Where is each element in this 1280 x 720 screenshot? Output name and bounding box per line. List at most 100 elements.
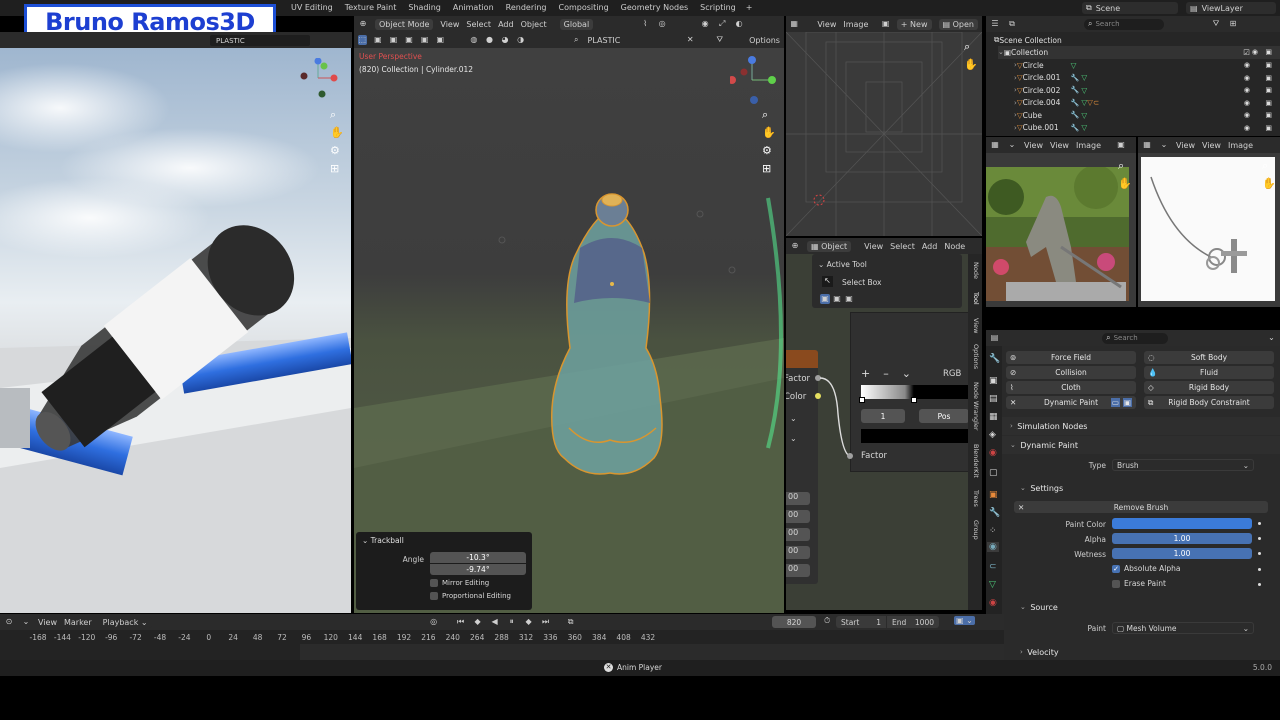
- velocity-section[interactable]: › Velocity: [1002, 643, 1280, 660]
- mirror-checkbox[interactable]: [430, 579, 438, 587]
- select-invert-icon[interactable]: ▣: [420, 35, 429, 45]
- main-viewport[interactable]: User Perspective (820) Collection | Cyli…: [354, 48, 784, 613]
- output-tab-icon[interactable]: ▤: [989, 394, 998, 404]
- image-editor-icon[interactable]: ▦: [790, 19, 798, 29]
- overlay-icon[interactable]: ◉: [700, 19, 710, 29]
- stop-pos-field[interactable]: Pos: [919, 409, 968, 423]
- ref1-zoom-icon[interactable]: ⌕: [1118, 159, 1124, 173]
- collection-camera-icon[interactable]: ▣: [1265, 48, 1272, 56]
- side-tab-options[interactable]: Options: [972, 344, 980, 369]
- camera-icon[interactable]: ▣: [1265, 99, 1272, 107]
- select-mode-icon[interactable]: ⬚: [358, 35, 367, 45]
- side-tab-view[interactable]: View: [972, 318, 980, 333]
- view-layer-selector[interactable]: ▤ ViewLayer: [1186, 2, 1276, 14]
- rigid-body-constraint-button[interactable]: ⧉ Rigid Body Constraint: [1144, 396, 1274, 409]
- menu-view[interactable]: View: [440, 20, 459, 29]
- wetness-slider[interactable]: 1.00: [1112, 548, 1252, 559]
- angle-y-field[interactable]: -9.74°: [430, 564, 526, 575]
- main-pan-icon[interactable]: ✋: [762, 126, 776, 139]
- scene-tab-icon[interactable]: ◈: [989, 430, 996, 440]
- outliner-mode-icon[interactable]: ⧉: [1007, 19, 1017, 29]
- outliner-editor-icon[interactable]: ☰: [990, 19, 1000, 29]
- collection-tab-icon[interactable]: ▢: [989, 468, 998, 478]
- tab-texture-paint[interactable]: Texture Paint: [339, 0, 403, 16]
- collapse-icon[interactable]: ⌄: [818, 260, 827, 269]
- left-material-field[interactable]: PLASTIC: [210, 35, 310, 46]
- image-editor-icon[interactable]: ▦: [1142, 140, 1152, 150]
- tab-uv-editing[interactable]: UV Editing: [285, 0, 339, 16]
- type-dropdown[interactable]: Brush ⌄: [1112, 459, 1254, 471]
- render-shading-icon[interactable]: ◑: [516, 35, 525, 45]
- side-tab-node[interactable]: Node: [972, 262, 980, 279]
- outliner-search[interactable]: ⌕ Search: [1084, 18, 1164, 30]
- tab-scripting[interactable]: Scripting: [694, 0, 742, 16]
- end-frame-field[interactable]: End 1000: [887, 616, 939, 628]
- render-tab-icon[interactable]: ▣: [989, 376, 998, 386]
- physics-tab-icon[interactable]: ◉: [987, 542, 999, 552]
- dynamic-paint-button[interactable]: ✕ Dynamic Paint ▭ ▣: [1006, 396, 1136, 409]
- dynamic-paint-section[interactable]: ⌄ Dynamic Paint: [1002, 436, 1280, 454]
- collection-check-icon[interactable]: ☑: [1243, 48, 1250, 57]
- eye-icon[interactable]: ◉: [1244, 86, 1250, 94]
- object-mode-dropdown[interactable]: Object Mode: [375, 18, 434, 30]
- menu-object[interactable]: Object: [521, 20, 547, 29]
- ref2-zoom-icon[interactable]: ⌕: [1262, 159, 1268, 173]
- camera-icon[interactable]: ▣: [1265, 61, 1272, 69]
- next-key-icon[interactable]: ◆: [524, 617, 534, 627]
- outliner-item[interactable]: › ▽ Cube 🔧 ▽ ◉ ▣: [1014, 109, 1280, 122]
- settings-section[interactable]: ⌄ Settings: [1002, 479, 1280, 497]
- remove-dynamic-paint-icon[interactable]: ✕: [1010, 398, 1016, 407]
- solid-shading-icon[interactable]: ●: [485, 35, 494, 45]
- uv-pan-icon[interactable]: ✋: [964, 58, 978, 71]
- tab-compositing[interactable]: Compositing: [553, 0, 615, 16]
- side-tab-group[interactable]: Group: [972, 520, 980, 540]
- proportional-icon[interactable]: ◎: [657, 19, 667, 29]
- source-section[interactable]: ⌄ Source: [1002, 598, 1280, 616]
- collapse-icon[interactable]: ⌄: [362, 536, 371, 545]
- ref2-pan-icon[interactable]: ✋: [1262, 177, 1276, 190]
- uv-grid-view[interactable]: ⌕ ✋: [786, 32, 982, 236]
- image-menu-image[interactable]: Image: [843, 20, 868, 29]
- select-new-icon[interactable]: ▣: [374, 35, 383, 45]
- outliner-item[interactable]: › ▽ Cube.001 🔧 ▽ ◉ ▣: [1014, 122, 1280, 135]
- clear-icon[interactable]: ✕: [686, 35, 695, 45]
- tab-geometry-nodes[interactable]: Geometry Nodes: [615, 0, 694, 16]
- jump-start-icon[interactable]: ⏮: [456, 617, 466, 627]
- image-browse-icon[interactable]: ▣: [881, 19, 890, 29]
- timeline-editor-icon[interactable]: ⊙: [4, 617, 14, 627]
- editor-type-icon[interactable]: ⊕: [358, 19, 368, 29]
- paint-color-keyframe-dot[interactable]: [1258, 522, 1261, 525]
- menu-add[interactable]: Add: [498, 20, 514, 29]
- alpha-keyframe-dot[interactable]: [1258, 537, 1261, 540]
- add-workspace-icon[interactable]: +: [742, 0, 757, 16]
- ramp-stop-handle-2[interactable]: [911, 397, 917, 403]
- main-zoom-icon[interactable]: ⌕: [762, 108, 768, 122]
- ref2-menu-image[interactable]: Image: [1228, 141, 1253, 150]
- side-tab-tool[interactable]: Tool: [972, 292, 980, 305]
- object-tab-icon[interactable]: ▣: [989, 490, 998, 500]
- stop-color-swatch[interactable]: [861, 429, 968, 443]
- ref1-menu-view-mode[interactable]: View: [1024, 141, 1043, 150]
- material-shading-icon[interactable]: ◕: [501, 35, 510, 45]
- ref1-menu-image[interactable]: Image: [1076, 141, 1101, 150]
- camera-icon[interactable]: ▣: [1265, 74, 1272, 82]
- collection-eye-icon[interactable]: ◉: [1252, 48, 1258, 56]
- outliner-item[interactable]: › ▽ Circle.002 🔧 ▽ ◉ ▣: [1014, 84, 1280, 97]
- side-tab-blenderkit[interactable]: BlenderKit: [972, 444, 980, 478]
- simulation-nodes-section[interactable]: › Simulation Nodes: [1002, 417, 1280, 435]
- select-subtract-icon[interactable]: ▣: [405, 35, 414, 45]
- pause-icon[interactable]: ⏸: [507, 617, 517, 627]
- mode-extend-icon[interactable]: ▣: [832, 294, 842, 304]
- anim-player-status[interactable]: ✕ Anim Player: [604, 663, 662, 672]
- factor-output-socket[interactable]: [847, 453, 853, 459]
- gizmo-icon[interactable]: ⤢: [717, 19, 727, 29]
- ref2-menu-view-mode[interactable]: View: [1176, 141, 1195, 150]
- soft-body-button[interactable]: ◌ Soft Body: [1144, 351, 1274, 364]
- camera-icon[interactable]: ▣: [1265, 86, 1272, 94]
- main-nav-gizmo[interactable]: [728, 56, 778, 104]
- left-zoom-icon[interactable]: ⌕: [330, 108, 336, 122]
- color-ramp-node[interactable]: + – ⌄ RGB 1 Pos Factor: [847, 312, 968, 472]
- collision-button[interactable]: ⊘ Collision: [1006, 366, 1136, 379]
- tab-rendering[interactable]: Rendering: [500, 0, 553, 16]
- fluid-button[interactable]: 💧 Fluid: [1144, 366, 1274, 379]
